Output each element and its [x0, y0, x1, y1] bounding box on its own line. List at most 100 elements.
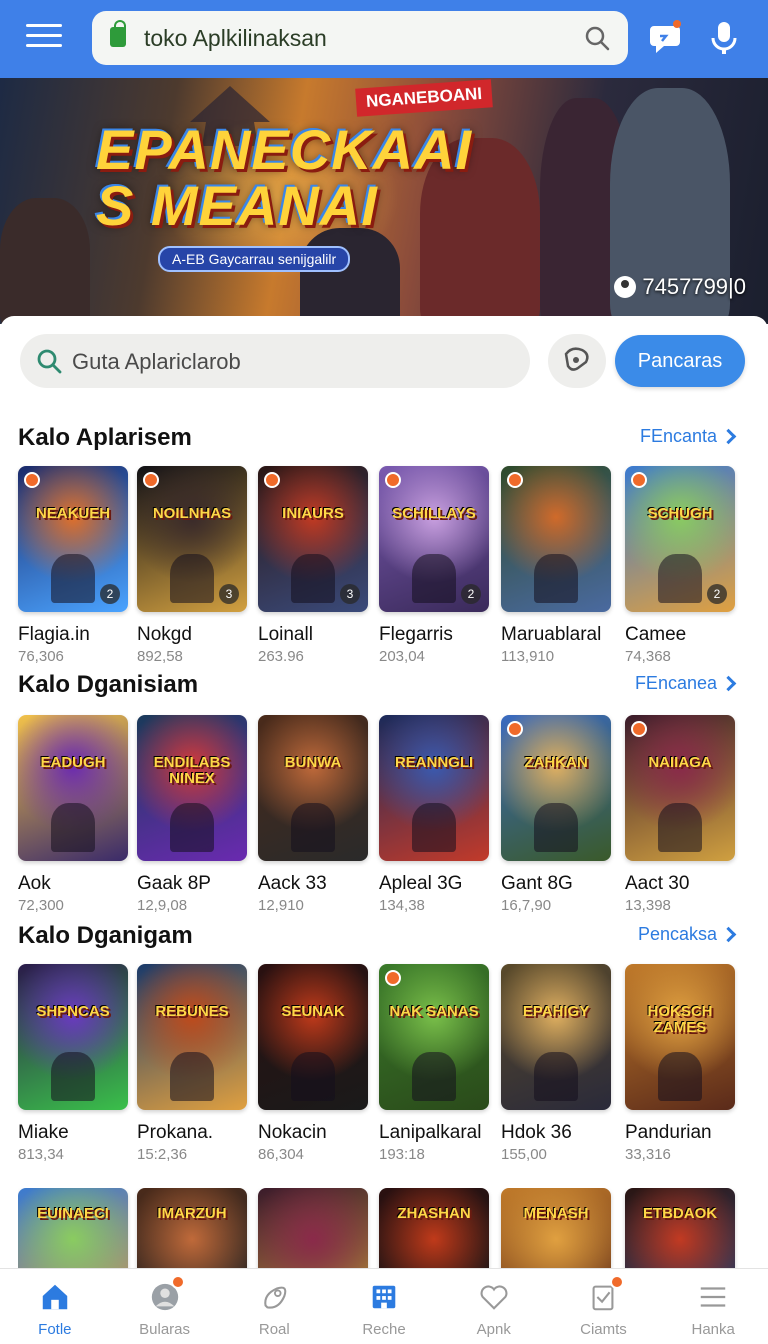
app-thumbnail[interactable]: HOKSCH ZAMES: [625, 964, 735, 1110]
app-card[interactable]: REBUNES Prokana. 15:2,36: [137, 964, 247, 1163]
nav-item-apnk[interactable]: Apnk: [439, 1269, 549, 1344]
app-card[interactable]: NEAKUEH 2 Flagia.in 76,306: [18, 466, 128, 665]
new-badge-icon: [507, 472, 523, 488]
app-downloads: 134,38: [379, 897, 425, 914]
building-icon: [372, 1285, 396, 1309]
app-card[interactable]: NAK SANAS Lanipalkaral 193:18: [379, 964, 489, 1163]
primary-action-button[interactable]: Pancaras: [615, 335, 745, 387]
nav-item-hanka[interactable]: Hanka: [658, 1269, 768, 1344]
nav-item-roal[interactable]: Roal: [219, 1269, 329, 1344]
app-card[interactable]: EPAHIGY Hdok 36 155,00: [501, 964, 611, 1163]
app-name: Gaak 8P: [137, 873, 211, 894]
thumbnail-title: EUINAECI: [37, 1205, 109, 1222]
nav-item-ciamts[interactable]: Ciamts: [549, 1269, 659, 1344]
thumbnail-title: HOKSCH ZAMES: [647, 1003, 713, 1036]
nav-item-bularas[interactable]: Bularas: [110, 1269, 220, 1344]
new-badge-icon: [507, 721, 523, 737]
search-icon[interactable]: [584, 25, 610, 51]
notification-badge: [171, 1275, 186, 1289]
hero-banner[interactable]: NGANEBOANI EPANECKAAI S MEANAI A-EB Gayc…: [0, 78, 768, 324]
app-name: Nokgd: [137, 624, 192, 645]
app-card[interactable]: REANNGLI Apleal 3G 134,38: [379, 715, 489, 914]
app-thumbnail[interactable]: REANNGLI: [379, 715, 489, 861]
app-card[interactable]: SEUNAK Nokacin 86,304: [258, 964, 368, 1163]
thumbnail-title: BUNWA: [284, 754, 342, 771]
hamburger-menu-icon[interactable]: [26, 22, 66, 52]
app-thumbnail[interactable]: [258, 1188, 368, 1268]
app-card[interactable]: HOKSCH ZAMES Pandurian 33,316: [625, 964, 735, 1163]
see-all-link[interactable]: Pencaksa: [638, 924, 737, 945]
app-thumbnail[interactable]: REBUNES: [137, 964, 247, 1110]
lock-icon: [110, 20, 126, 47]
app-thumbnail[interactable]: NEAKUEH 2: [18, 466, 128, 612]
app-card[interactable]: SCHUGH 2 Camee 74,368: [625, 466, 735, 665]
app-thumbnail[interactable]: SHPNCAS: [18, 964, 128, 1110]
app-card[interactable]: ENDILABS NINEX Gaak 8P 12,9,08: [137, 715, 247, 914]
app-name: Miake: [18, 1122, 69, 1143]
app-card[interactable]: EADUGH Aok 72,300: [18, 715, 128, 914]
app-thumbnail[interactable]: EUINAECI: [18, 1188, 128, 1268]
app-downloads: 113,910: [501, 648, 555, 665]
address-bar[interactable]: toko Aplkilinaksan: [92, 11, 628, 65]
app-name: Lanipalkaral: [379, 1122, 482, 1143]
app-card[interactable]: ZAHKAN Gant 8G 16,7,90: [501, 715, 611, 914]
app-thumbnail[interactable]: BUNWA: [258, 715, 368, 861]
thumbnail-title: EADUGH: [40, 754, 106, 771]
app-thumbnail[interactable]: INIAURS 3: [258, 466, 368, 612]
app-thumbnail[interactable]: NAK SANAS: [379, 964, 489, 1110]
app-thumbnail[interactable]: [501, 466, 611, 612]
app-thumbnail[interactable]: MENASH: [501, 1188, 611, 1268]
chat-bubble-icon[interactable]: [646, 18, 686, 58]
character-silhouette: [412, 802, 456, 853]
hero-badge: NGANEBOANI: [355, 79, 493, 117]
app-thumbnail[interactable]: ENDILABS NINEX: [137, 715, 247, 861]
app-card[interactable]: SHPNCAS Miake 813,34: [18, 964, 128, 1163]
character-silhouette: [658, 802, 702, 853]
app-thumbnail[interactable]: SCHILLAYS 2: [379, 466, 489, 612]
app-card[interactable]: NAIIAGA Aact 30 13,398: [625, 715, 735, 914]
app-downloads: 892,58: [137, 648, 183, 665]
nav-item-fotle[interactable]: Fotle: [0, 1269, 110, 1344]
app-thumbnail[interactable]: ZAHKAN: [501, 715, 611, 861]
see-all-link[interactable]: FEncanta: [640, 426, 737, 447]
app-thumbnail[interactable]: NOILNHAS 3: [137, 466, 247, 612]
thumbnail-title: ZAHKAN: [524, 754, 588, 771]
app-thumbnail[interactable]: ETBDAOK: [625, 1188, 735, 1268]
character-silhouette: [170, 1051, 214, 1102]
thumbnail-title: INIAURS: [282, 505, 344, 522]
nav-label: Roal: [258, 1321, 290, 1338]
app-name: Nokacin: [258, 1122, 327, 1143]
app-name: Prokana.: [137, 1122, 214, 1143]
microphone-icon[interactable]: [704, 18, 744, 58]
app-card[interactable]: SCHILLAYS 2 Flegarris 203,04: [379, 466, 489, 665]
thumbnail-art: [137, 1188, 247, 1268]
app-thumbnail[interactable]: SEUNAK: [258, 964, 368, 1110]
app-downloads: 33,316: [625, 1146, 671, 1163]
app-downloads: 203,04: [379, 648, 425, 665]
app-thumbnail[interactable]: IMARZUH: [137, 1188, 247, 1268]
rank-badge: 2: [707, 584, 727, 604]
app-name: Hdok 36: [501, 1122, 572, 1143]
thumbnail-title: SEUNAK: [281, 1003, 345, 1020]
app-card[interactable]: INIAURS 3 Loinall 263.96: [258, 466, 368, 665]
app-card[interactable]: Maruablaral 113,910: [501, 466, 611, 665]
new-badge-icon: [385, 970, 401, 986]
app-card[interactable]: BUNWA Aack 33 12,910: [258, 715, 368, 914]
character-silhouette: [291, 802, 335, 853]
nav-item-reche[interactable]: Reche: [329, 1269, 439, 1344]
app-thumbnail[interactable]: NAIIAGA: [625, 715, 735, 861]
app-thumbnail[interactable]: EADUGH: [18, 715, 128, 861]
address-text: toko Aplkilinaksan: [144, 25, 327, 51]
thumbnail-title: SCHILLAYS: [392, 505, 476, 522]
app-thumbnail[interactable]: EPAHIGY: [501, 964, 611, 1110]
app-thumbnail[interactable]: SCHUGH 2: [625, 466, 735, 612]
app-downloads: 15:2,36: [137, 1146, 188, 1163]
new-badge-icon: [264, 472, 280, 488]
app-card[interactable]: NOILNHAS 3 Nokgd 892,58: [137, 466, 247, 665]
see-all-link[interactable]: FEncanea: [634, 673, 737, 694]
scan-button[interactable]: [548, 334, 606, 388]
character-silhouette: [534, 1051, 578, 1102]
app-search-input[interactable]: Guta Aplaricl​arob: [20, 334, 530, 388]
app-thumbnail[interactable]: ZHASHAN: [379, 1188, 489, 1268]
see-all-label: FEncanea: [634, 673, 717, 693]
